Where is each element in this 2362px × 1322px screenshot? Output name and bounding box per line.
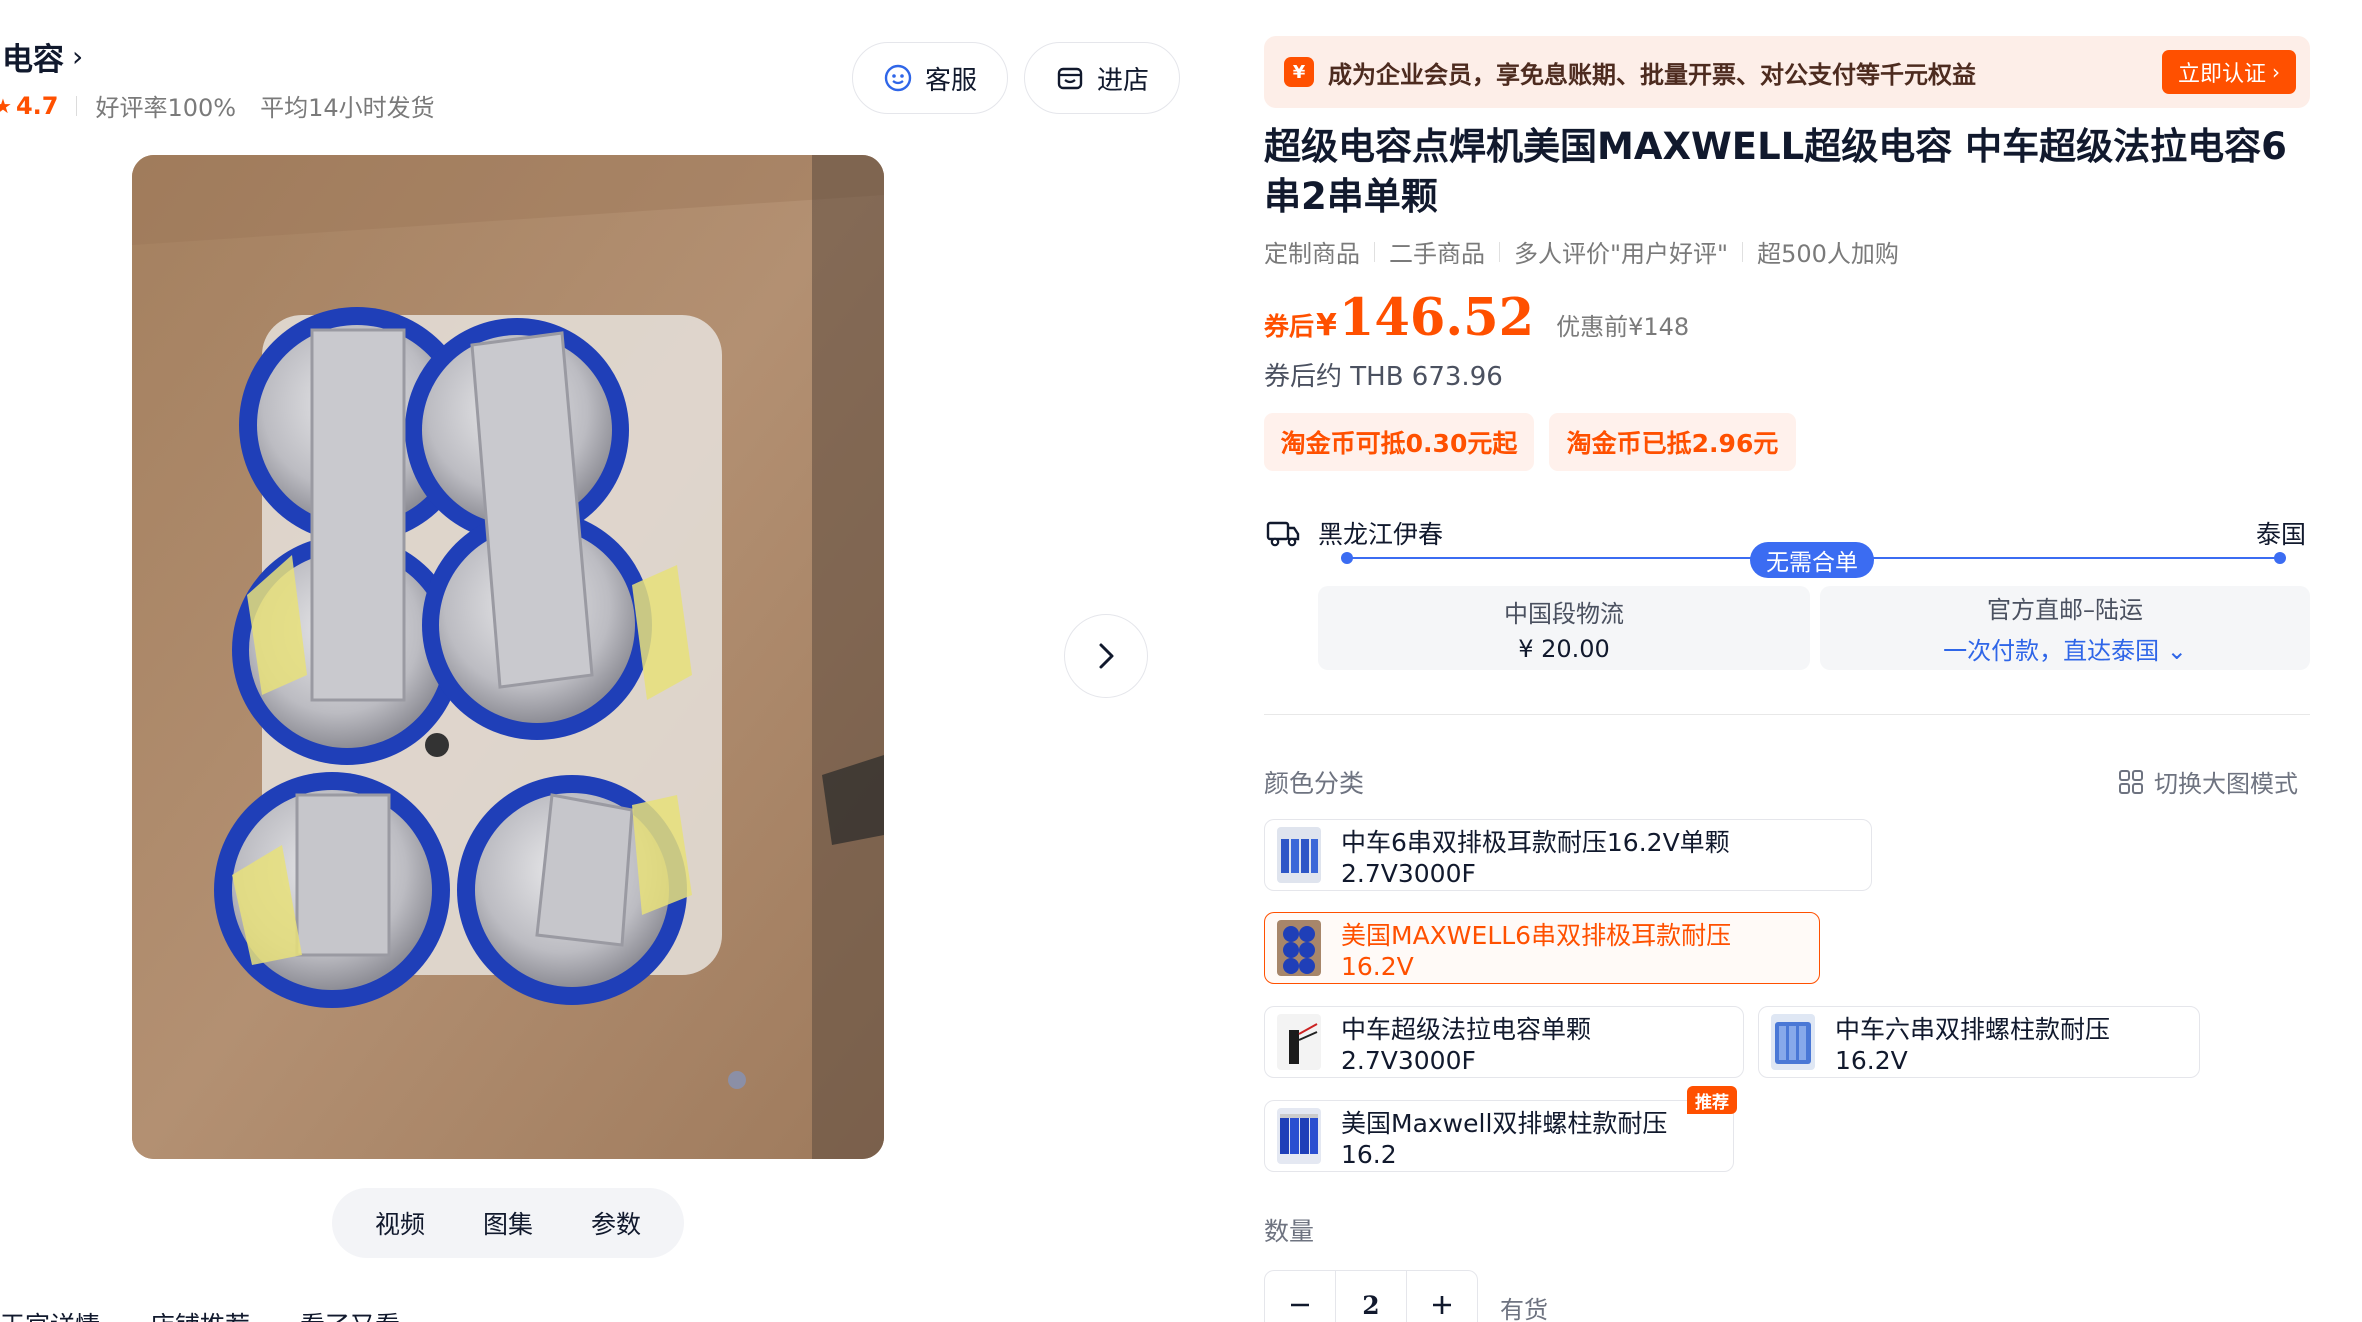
- direct-note[interactable]: 一次付款，直达泰国 ⌄: [1943, 631, 2187, 666]
- sku-option[interactable]: 中车超级法拉电容单颗2.7V3000F: [1264, 1006, 1744, 1078]
- tag-secondhand: 二手商品: [1389, 240, 1485, 268]
- route-end-dot: [2274, 552, 2286, 564]
- ship-time: 平均14小时发货: [260, 94, 435, 122]
- thb-price: 券后约 THB 673.96: [1264, 362, 1503, 392]
- product-title: 超级电容点焊机美国MAXWELL超级电容 中车超级法拉电容6串2串单颗: [1264, 125, 2287, 218]
- ship-origin: 黑龙江伊春: [1318, 520, 1444, 549]
- truck-icon: [1266, 521, 1300, 547]
- color-category-label: 颜色分类: [1264, 769, 1365, 798]
- sku-option[interactable]: 中车6串双排极耳款耐压16.2V单颗2.7V3000F: [1264, 819, 1872, 891]
- ship-destination: 泰国: [2256, 520, 2307, 549]
- shop-name-link[interactable]: 电容 ›: [2, 34, 83, 79]
- china-logistics-box: 中国段物流 ¥ 20.00: [1318, 586, 1810, 670]
- grid-icon: [2119, 769, 2143, 794]
- price-prefix: 券后: [1264, 312, 1315, 341]
- yen-icon: ¥: [1284, 57, 1314, 87]
- chevron-down-icon: ⌄: [2166, 637, 2187, 665]
- chevron-right-icon: ›: [2272, 60, 2280, 84]
- coin-deduct-tag[interactable]: 淘金币可抵0.30元起: [1264, 413, 1534, 471]
- recommend-badge: 推荐: [1687, 1086, 1737, 1114]
- segment-price: ¥ 20.00: [1518, 634, 1610, 663]
- customer-service-button[interactable]: 客服: [852, 42, 1008, 114]
- shop-meta: ★ 4.7 好评率100% 平均14小时发货: [0, 88, 435, 123]
- switch-mode-label: 切换大图模式: [2154, 770, 2298, 798]
- sku-label: 中车六串双排螺柱款耐压16.2V: [1835, 1014, 2111, 1075]
- tab-video[interactable]: 视频: [375, 1205, 425, 1241]
- minus-icon: [1291, 1303, 1310, 1307]
- sku-thumbnail: [1771, 1014, 1815, 1070]
- quantity-label: 数量: [1264, 1217, 1315, 1246]
- sku-option-selected[interactable]: 美国MAXWELL6串双排极耳款耐压16.2V: [1264, 912, 1820, 984]
- certify-now-label: 立即认证: [2177, 62, 2266, 87]
- enter-store-button[interactable]: 进店: [1024, 42, 1180, 114]
- chevron-right-icon: ›: [72, 40, 84, 73]
- current-price: 146.52: [1338, 288, 1535, 348]
- sku-label: 美国Maxwell双排螺柱款耐压16.2: [1341, 1108, 1668, 1169]
- sku-thumbnail: [1277, 920, 1321, 976]
- increase-button[interactable]: [1407, 1271, 1477, 1322]
- divider: [76, 95, 78, 116]
- enter-store-label: 进店: [1096, 65, 1149, 96]
- divider: [1499, 241, 1500, 262]
- price-symbol: ¥: [1316, 308, 1337, 343]
- service-icon: [884, 64, 912, 92]
- sku-option[interactable]: 美国Maxwell双排螺柱款耐压16.2: [1264, 1100, 1734, 1172]
- certify-now-button[interactable]: 立即认证 ›: [2161, 50, 2296, 94]
- product-tags: 定制商品 二手商品 多人评价"用户好评" 超500人加购: [1264, 234, 1899, 269]
- tag-custom: 定制商品: [1264, 240, 1360, 268]
- original-price: 优惠前¥148: [1556, 313, 1690, 341]
- quantity-stepper: 2: [1264, 1270, 1478, 1322]
- divider: [1374, 241, 1375, 262]
- sku-option[interactable]: 中车六串双排螺柱款耐压16.2V: [1758, 1006, 2200, 1078]
- promo-text: 成为企业会员，享免息账期、批量开票、对公支付等千元权益: [1328, 60, 1976, 89]
- direct-label: 官方直邮–陆运: [1987, 596, 2143, 624]
- tag-cart-count: 超500人加购: [1757, 240, 1899, 268]
- main-product-image[interactable]: [132, 155, 884, 1159]
- sku-label: 美国MAXWELL6串双排极耳款耐压16.2V: [1341, 920, 1732, 981]
- tag-reviews[interactable]: 多人评价"用户好评": [1514, 234, 1728, 269]
- section-divider: [1264, 714, 2310, 715]
- segment-label: 中国段物流: [1504, 599, 1624, 628]
- star-icon: ★: [0, 93, 12, 118]
- sku-label: 中车超级法拉电容单颗2.7V3000F: [1341, 1014, 1592, 1075]
- route-start-dot: [1341, 552, 1353, 564]
- plus-icon: [1432, 1296, 1451, 1314]
- no-merge-badge: 无需合单: [1750, 542, 1874, 578]
- enterprise-promo-bar: ¥ 成为企业会员，享免息账期、批量开票、对公支付等千元权益 立即认证 ›: [1264, 36, 2310, 108]
- sku-thumbnail: [1277, 827, 1321, 883]
- direct-note-text: 一次付款，直达泰国: [1943, 637, 2160, 665]
- decrease-button[interactable]: [1265, 1271, 1335, 1322]
- stock-status: 有货: [1500, 1296, 1548, 1322]
- capacitor-photo: [132, 155, 884, 1159]
- shop-rating: 4.7: [15, 91, 59, 120]
- price-row: 券后 ¥ 146.52 优惠前¥148: [1264, 288, 1689, 348]
- media-tabs: 视频 图集 参数: [332, 1188, 684, 1258]
- direct-shipping-box[interactable]: 官方直邮–陆运 一次付款，直达泰国 ⌄: [1820, 586, 2310, 670]
- chevron-right-icon: [1099, 643, 1114, 669]
- sku-label: 中车6串双排极耳款耐压16.2V单颗2.7V3000F: [1341, 827, 1730, 888]
- next-image-button[interactable]: [1064, 614, 1148, 698]
- sku-thumbnail: [1277, 1014, 1321, 1070]
- customer-service-label: 客服: [924, 65, 977, 96]
- sku-thumbnail: [1277, 1108, 1321, 1164]
- coin-applied-tag[interactable]: 淘金币已抵2.96元: [1549, 413, 1796, 471]
- store-icon: [1057, 67, 1083, 90]
- divider: [1742, 241, 1744, 262]
- quantity-input[interactable]: 2: [1335, 1271, 1407, 1322]
- bottom-nav-partial[interactable]: 天官详情 店铺推荐 看了又看: [0, 1306, 400, 1322]
- switch-large-image-mode[interactable]: 切换大图模式: [2118, 764, 2298, 799]
- shop-name: 电容: [2, 42, 64, 78]
- good-rate: 好评率100%: [95, 94, 237, 122]
- tab-gallery[interactable]: 图集: [483, 1205, 533, 1241]
- tab-params[interactable]: 参数: [591, 1205, 641, 1241]
